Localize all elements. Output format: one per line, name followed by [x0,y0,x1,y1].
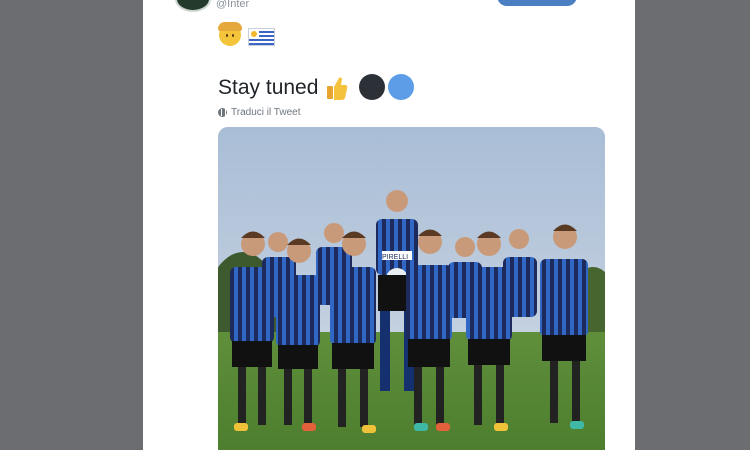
globe-icon [218,108,227,117]
profile-avatar[interactable] [175,0,211,12]
tweet-card: @Inter Stay tuned Traduci il Tweet PIREL… [143,0,635,450]
team-photo-image: PIRELLI [218,127,605,450]
blue-circle-icon [388,74,414,100]
thumbs-up-icon [327,77,348,100]
uruguay-flag-icon [248,28,275,46]
tweet-photo[interactable]: PIRELLI [218,127,605,450]
translate-tweet-link[interactable]: Traduci il Tweet [218,107,300,118]
child-face-icon [218,22,242,46]
user-handle[interactable]: @Inter [216,0,249,10]
follow-button[interactable] [497,0,577,6]
tweet-text: Stay tuned [218,76,319,99]
translate-label: Traduci il Tweet [231,107,301,118]
black-circle-icon [359,74,385,100]
svg-text:PIRELLI: PIRELLI [382,254,408,261]
